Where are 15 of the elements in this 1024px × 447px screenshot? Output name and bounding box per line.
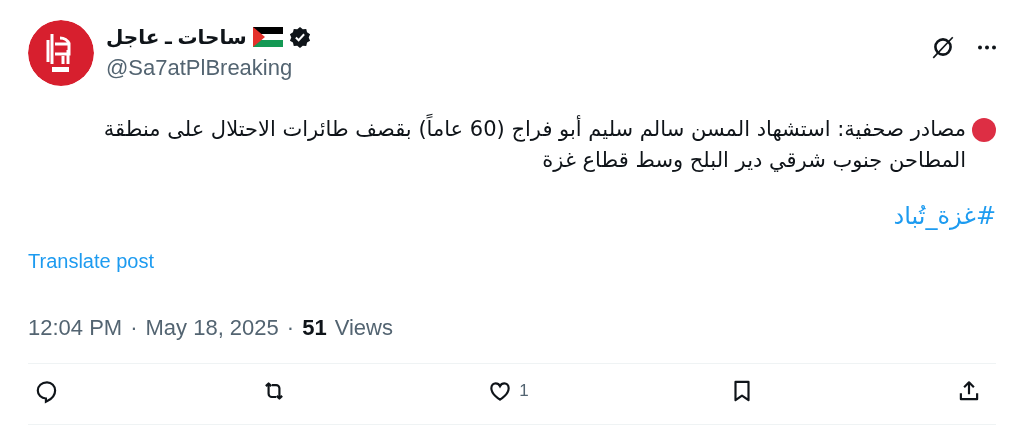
more-button[interactable] <box>978 44 996 50</box>
separator: · <box>130 315 138 341</box>
views-count: 51 <box>302 315 327 341</box>
like-button[interactable]: 1 <box>487 378 529 404</box>
account-handle[interactable]: @Sa7atPlBreaking <box>106 55 918 81</box>
avatar-logo[interactable] <box>28 20 94 86</box>
more-icon <box>978 44 996 50</box>
post-time[interactable]: 12:04 PM <box>28 315 123 341</box>
separator: · <box>286 315 295 341</box>
post-date[interactable]: May 18, 2025 <box>145 315 279 341</box>
post-text: مصادر صحفية: استشهاد المسن سالم سليم أبو فراج (60 عاماً) بقصف طائرات الاحتلال على منطقة المطاحن جنوب شرقي دير البلح وسط قطاع غزة <box>28 114 966 176</box>
flag-icon <box>252 27 283 47</box>
circle-emoji-icon <box>972 118 996 142</box>
views-label: Views <box>334 315 393 341</box>
account-name[interactable]: ساحات ـ عاجل <box>106 25 247 49</box>
